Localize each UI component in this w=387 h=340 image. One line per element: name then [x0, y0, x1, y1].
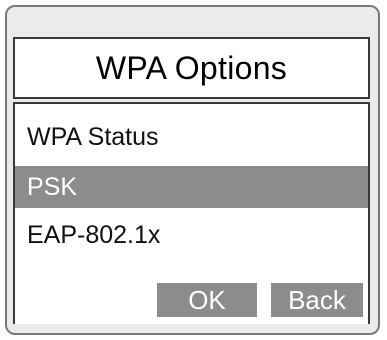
title-bar: WPA Options	[13, 37, 370, 99]
menu-item-label: PSK	[27, 172, 78, 201]
device-screen: WPA Options WPA Status PSK EAP-802.1x OK…	[0, 0, 387, 340]
menu-item-eap-802-1x[interactable]: EAP-802.1x	[15, 214, 368, 256]
menu-item-psk[interactable]: PSK	[15, 166, 368, 208]
menu-panel: WPA Status PSK EAP-802.1x OK Back	[13, 102, 370, 324]
dialog-title: WPA Options	[95, 49, 288, 86]
ok-button[interactable]: OK	[157, 283, 257, 317]
back-button-label: Back	[288, 284, 346, 315]
dialog-frame: WPA Options WPA Status PSK EAP-802.1x OK…	[5, 5, 380, 335]
back-button[interactable]: Back	[271, 283, 363, 317]
ok-button-label: OK	[188, 284, 226, 315]
menu-item-label: EAP-802.1x	[27, 220, 161, 249]
menu-item-label: WPA Status	[27, 122, 159, 151]
menu-item-wpa-status[interactable]: WPA Status	[15, 116, 368, 158]
